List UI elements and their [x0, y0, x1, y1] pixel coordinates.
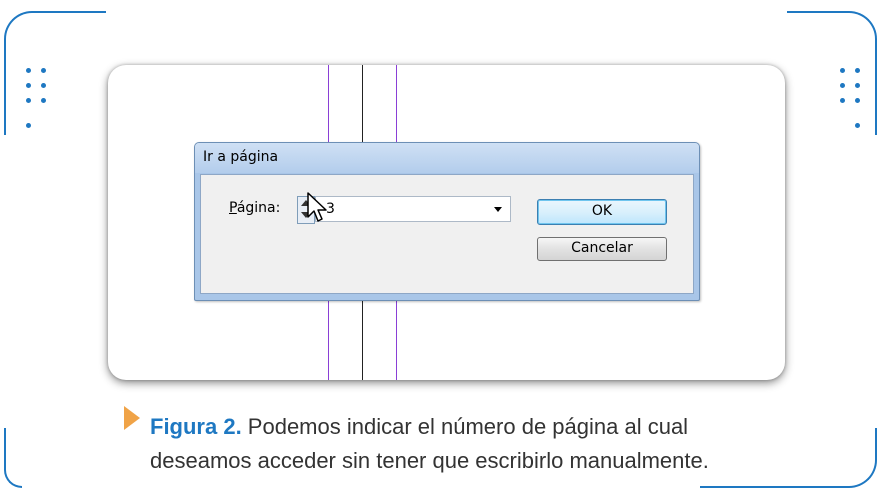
dialog-titlebar[interactable]: Ir a página	[195, 143, 699, 173]
page-combobox[interactable]: 3	[315, 196, 511, 222]
cancel-button[interactable]: Cancelar	[537, 237, 667, 261]
dialog-title: Ir a página	[203, 149, 279, 165]
page-field-label: Página:	[229, 200, 281, 216]
figure-caption: Figura 2. Podemos indicar el número de p…	[150, 410, 790, 478]
ok-button[interactable]: OK	[537, 199, 667, 225]
triangle-right-icon	[124, 406, 140, 430]
figure-label: Figura 2.	[150, 414, 242, 439]
decorative-dots-right	[840, 68, 868, 130]
decorative-dots-left	[26, 68, 54, 130]
dialog-client-area: Página: 3 OK Cancelar	[200, 174, 694, 294]
go-to-page-dialog: Ir a página Página: 3 OK Cancelar	[194, 142, 700, 301]
frame-corner-bottom-left	[4, 428, 22, 488]
screenshot-panel: Ir a página Página: 3 OK Cancelar	[108, 65, 785, 380]
frame-corner-top-left	[4, 11, 106, 135]
mouse-pointer-icon	[307, 192, 327, 222]
chevron-down-icon[interactable]	[494, 207, 502, 212]
